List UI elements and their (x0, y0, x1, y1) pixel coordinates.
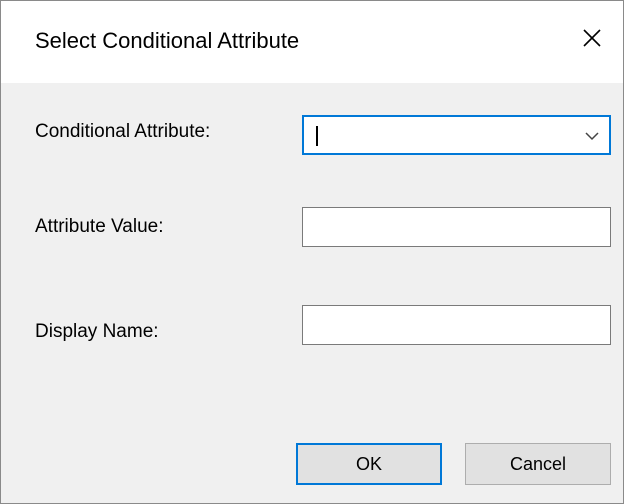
cancel-button[interactable]: Cancel (465, 443, 611, 485)
dialog-title: Select Conditional Attribute (35, 28, 300, 53)
conditional-attribute-combobox[interactable] (302, 115, 611, 155)
close-button[interactable] (567, 15, 617, 61)
display-name-input[interactable] (302, 305, 611, 345)
display-name-label: Display Name: (35, 321, 159, 342)
close-icon (583, 29, 601, 47)
text-caret (316, 126, 318, 146)
select-conditional-attribute-dialog: Select Conditional Attribute Conditional… (0, 0, 624, 504)
ok-button[interactable]: OK (296, 443, 442, 485)
conditional-attribute-label: Conditional Attribute: (35, 121, 211, 142)
chevron-down-icon[interactable] (583, 127, 601, 145)
attribute-value-label: Attribute Value: (35, 216, 164, 237)
attribute-value-input[interactable] (302, 207, 611, 247)
title-bar: Select Conditional Attribute (1, 0, 623, 83)
